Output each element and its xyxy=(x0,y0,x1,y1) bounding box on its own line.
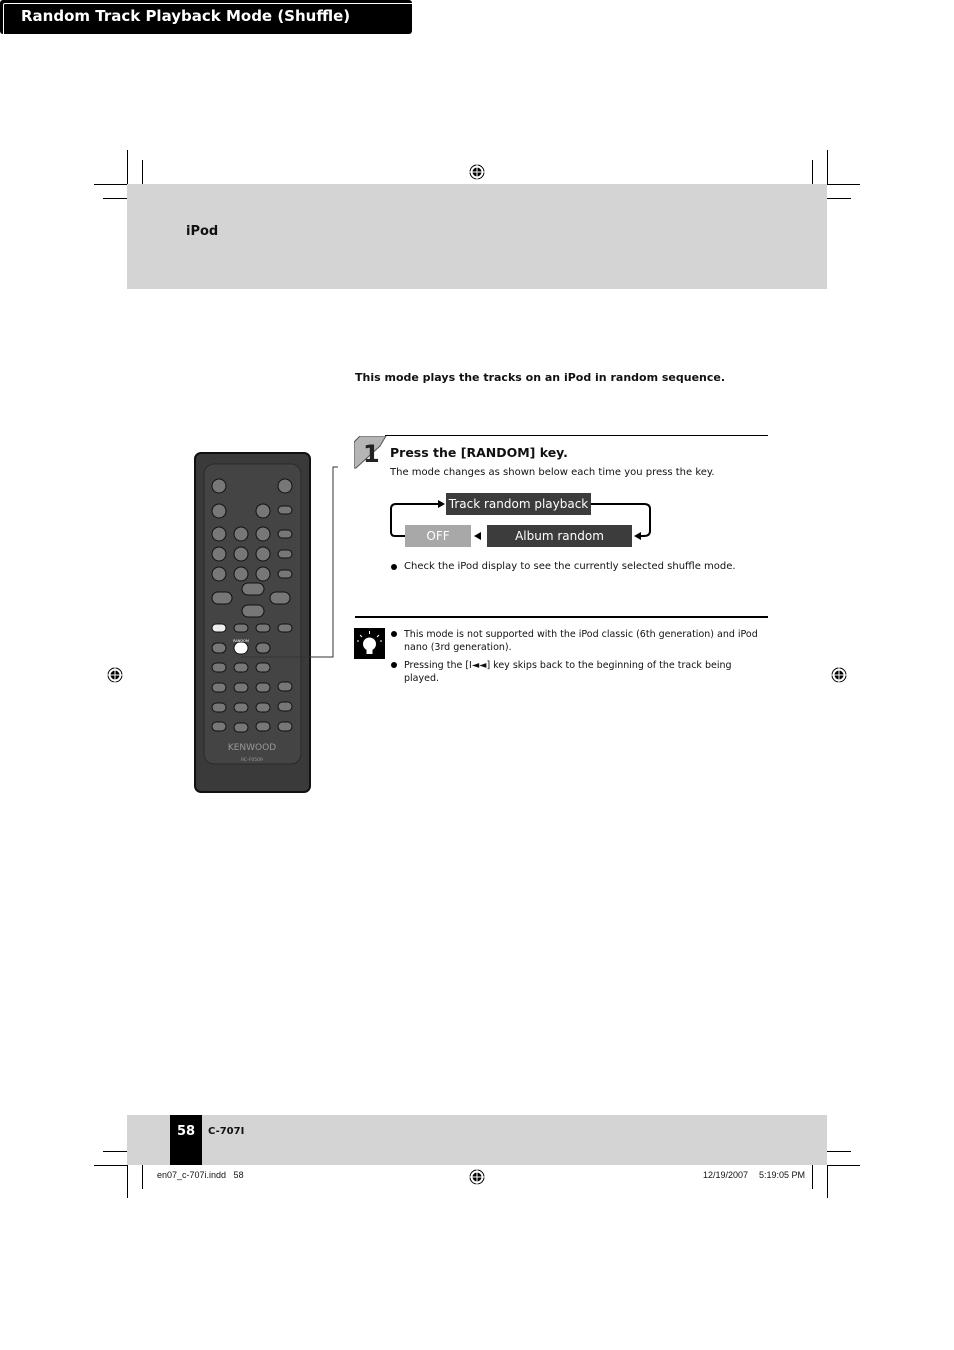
random-key-label: RANDOM xyxy=(233,639,249,643)
remote-button xyxy=(255,526,271,542)
remote-button xyxy=(255,642,271,654)
model-name: C-707I xyxy=(208,1126,245,1137)
manual-page: iPod Random Track Playback Mode (Shuffle… xyxy=(0,0,954,1350)
remote-button xyxy=(277,623,293,633)
file-name: en07_c-707i.indd 58 xyxy=(157,1170,244,1180)
remote-button xyxy=(255,546,271,562)
remote-button xyxy=(277,549,293,559)
remote-brand-logo: KENWOOD xyxy=(228,743,276,753)
remote-button xyxy=(211,478,227,494)
remote-button xyxy=(233,623,249,633)
remote-button xyxy=(233,546,249,562)
remote-button xyxy=(233,662,249,673)
remote-button xyxy=(277,681,293,692)
remote-button xyxy=(211,642,227,654)
remote-button xyxy=(277,529,293,539)
mode-album-random: Album random playback xyxy=(487,525,632,565)
remote-button xyxy=(211,503,227,519)
remote-button xyxy=(241,604,265,618)
remote-button xyxy=(255,682,271,693)
remote-model: RC-F0509 xyxy=(241,757,263,763)
note-item: This mode is not supported with the iPod… xyxy=(404,629,758,653)
remote-button xyxy=(211,526,227,542)
remote-button xyxy=(233,702,249,713)
remote-control-illustration: KENWOOD RC-F0509 RANDOM xyxy=(194,452,338,793)
remote-button xyxy=(255,662,271,673)
step-number-badge: 1 xyxy=(354,436,387,469)
remote-button xyxy=(233,526,249,542)
step-bullet-note: Check the iPod display to see the curren… xyxy=(404,561,736,572)
remote-button xyxy=(277,569,293,579)
step-description: The mode changes as shown below each tim… xyxy=(390,467,715,478)
remote-button xyxy=(277,478,293,494)
remote-button xyxy=(211,702,227,713)
remote-button xyxy=(255,503,271,519)
print-time: 5:19:05 PM xyxy=(759,1170,806,1180)
mode-track-random: Track random playback xyxy=(446,493,591,515)
remote-button xyxy=(211,682,227,693)
print-date: 12/19/2007 xyxy=(703,1170,749,1180)
intro-text: This mode plays the tracks on an iPod in… xyxy=(355,371,726,384)
section-title-box: Random Track Playback Mode (Shuffle) xyxy=(0,0,951,1347)
lightbulb-tip-icon xyxy=(354,628,385,659)
page-number: 58 xyxy=(176,1124,196,1139)
footer-band xyxy=(127,1115,827,1165)
remote-button xyxy=(211,566,227,582)
remote-button xyxy=(211,546,227,562)
remote-button xyxy=(241,582,265,596)
remote-button xyxy=(211,623,227,633)
remote-button xyxy=(211,591,233,605)
remote-button xyxy=(269,591,291,605)
remote-button xyxy=(277,701,293,712)
step-heading: Press the [RANDOM] key. xyxy=(390,445,568,460)
step-number: 1 xyxy=(363,440,380,468)
remote-button xyxy=(277,721,293,732)
remote-button xyxy=(255,721,271,732)
remote-button xyxy=(211,721,227,732)
remote-button xyxy=(233,682,249,693)
remote-button xyxy=(255,566,271,582)
remote-button xyxy=(255,623,271,633)
remote-button xyxy=(233,566,249,582)
page-title: Random Track Playback Mode (Shuffle) xyxy=(21,7,351,25)
mode-off: OFF xyxy=(405,525,471,547)
remote-button xyxy=(255,702,271,713)
remote-button xyxy=(233,722,249,733)
remote-button xyxy=(277,505,293,515)
note-item: Pressing the [I◄◄] key skips back to the… xyxy=(404,660,732,684)
remote-button xyxy=(211,662,227,673)
remote-button xyxy=(233,641,249,655)
